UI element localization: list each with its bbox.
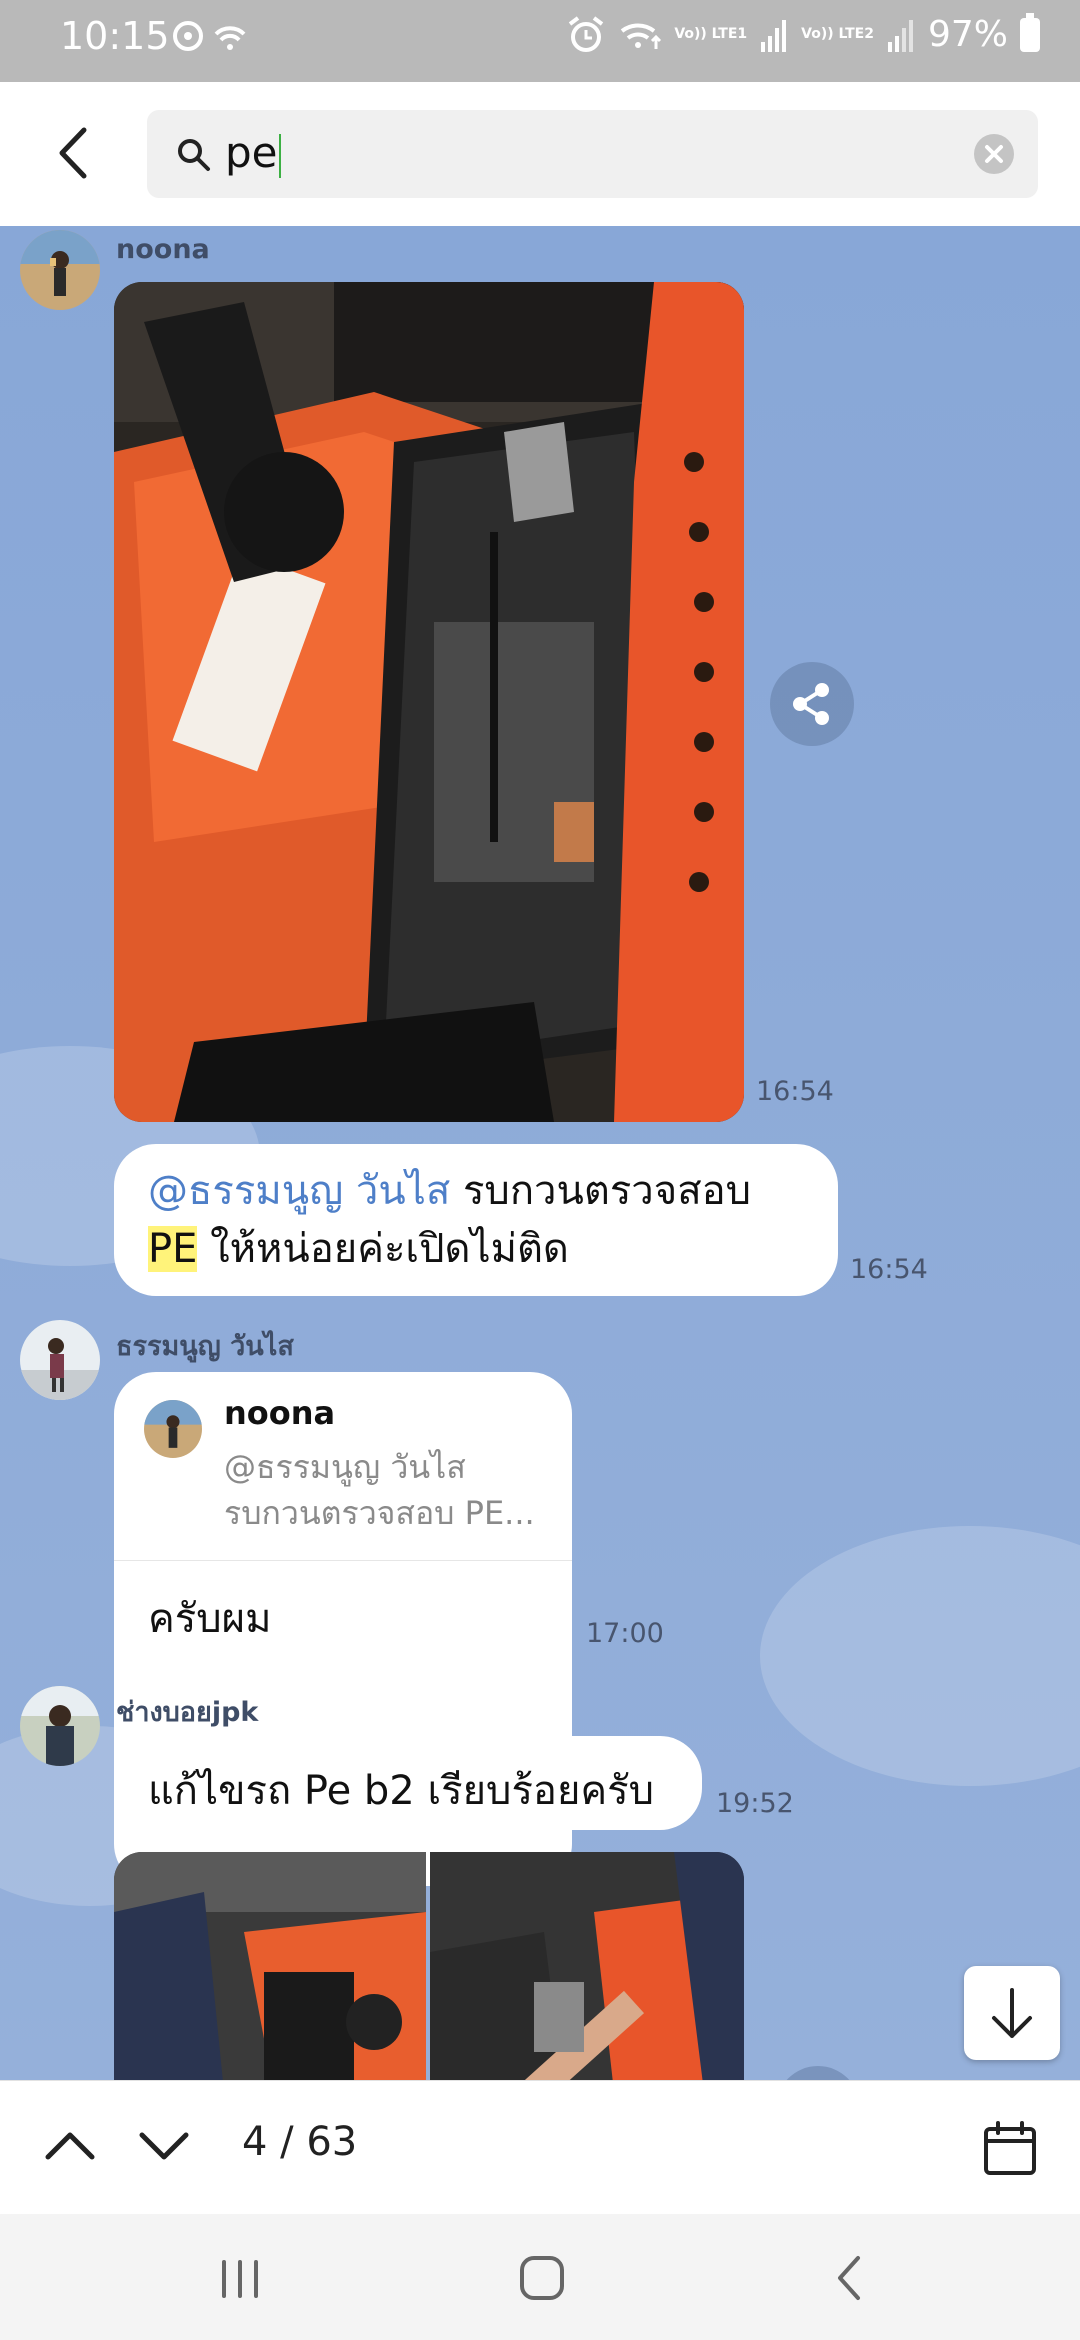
avatar[interactable] [20,230,100,310]
arrow-down-icon [992,1988,1032,2038]
search-input[interactable]: pe [147,110,1038,198]
photo-forklift-battery [114,282,744,1122]
search-highlight: PE [148,1226,198,1272]
sync-wifi-icon [173,21,246,51]
message-text: @ธรรมนูญ วันไส รบกวนตรวจสอบ PE ให้หน่อยค่… [148,1162,828,1278]
quote-line: @ธรรมนูญ วันไส [224,1448,466,1486]
battery-percent: 97% [927,14,1008,55]
message-time: 19:52 [716,1788,794,1819]
avatar[interactable] [20,1686,100,1766]
search-query: pe [225,128,281,178]
wifi-call-icon [621,23,662,49]
photo-album-message[interactable] [114,1852,744,2080]
text-part: ให้หน่อยค่ะเปิดไม่ติด [197,1226,569,1272]
next-result-button[interactable] [134,2115,194,2175]
status-left-icons [172,20,252,64]
home-button[interactable] [512,2250,572,2306]
chat-area[interactable]: noona 16:54 @ธรรมนูญ วันไส รบกวนตรวจสอบ … [0,226,1080,2080]
back-icon [838,2256,860,2300]
sender-name: ช่างบอยjpk [116,1697,259,1728]
search-header: pe [0,82,1080,226]
background-cloud [760,1526,1080,1786]
sim1-label: Vo)) LTE1 [674,26,748,42]
reply-text: ครับผม [148,1596,272,1642]
text-part: รบกวนตรวจสอบ [450,1168,752,1214]
text-caret [278,133,281,178]
back-button[interactable] [40,118,110,188]
avatar[interactable] [20,1320,100,1400]
share-button[interactable] [770,662,854,746]
result-count: 4 / 63 [242,2119,358,2165]
previous-result-button[interactable] [40,2115,100,2175]
battery-icon [1020,12,1040,52]
album-photos [114,1852,744,2080]
search-icon [178,139,210,171]
search-result-navigator: 4 / 63 [0,2080,1080,2215]
quote-divider [114,1560,572,1561]
quote-avatar [144,1400,202,1458]
quote-text: @ธรรมนูญ วันไสรบกวนตรวจสอบ PE... [224,1444,554,1536]
quote-sender: noona [224,1394,336,1432]
alarm-icon [569,15,604,52]
recent-apps-button[interactable] [210,2254,270,2304]
home-icon [520,2256,564,2300]
sender-name: ธรรมนูญ วันไส [116,1331,294,1362]
status-bar: 10:15 Vo)) LTE1 Vo)) LTE2 97% [0,0,1080,82]
signal-2-icon [887,19,913,52]
clear-search-button[interactable] [974,134,1014,174]
message-time: 16:54 [756,1076,834,1107]
scroll-to-bottom-button[interactable] [964,1966,1060,2060]
system-back-button[interactable] [820,2250,880,2306]
recent-apps-icon [222,2260,258,2298]
chevron-up-icon [45,2132,95,2160]
message-time: 17:00 [586,1618,664,1649]
sender-name: noona [116,234,210,265]
calendar-button[interactable] [980,2119,1040,2179]
system-navigation-bar [0,2214,1080,2340]
share-button[interactable] [776,2066,860,2080]
status-right: Vo)) LTE1 Vo)) LTE2 97% [566,12,1040,55]
sim2-label: Vo)) LTE2 [801,26,874,42]
clear-icon [985,145,1003,163]
text-message-bubble[interactable]: @ธรรมนูญ วันไส รบกวนตรวจสอบ PE ให้หน่อยค่… [114,1144,838,1296]
chevron-down-icon [139,2132,189,2160]
mention-link[interactable]: @ธรรมนูญ วันไส [148,1168,450,1214]
chevron-left-icon [59,127,87,179]
message-time: 16:54 [850,1254,928,1285]
photo-message[interactable] [114,282,744,1122]
signal-1-icon [761,19,787,52]
text-message-bubble[interactable]: แก้ไขรถ Pe b2 เรียบร้อยครับ [114,1736,702,1830]
message-text: แก้ไขรถ Pe b2 เรียบร้อยครับ [148,1768,655,1814]
quote-line: รบกวนตรวจสอบ PE... [224,1494,535,1532]
calendar-icon [984,2121,1036,2175]
status-time: 10:15 [60,14,170,58]
share-icon [793,683,829,725]
